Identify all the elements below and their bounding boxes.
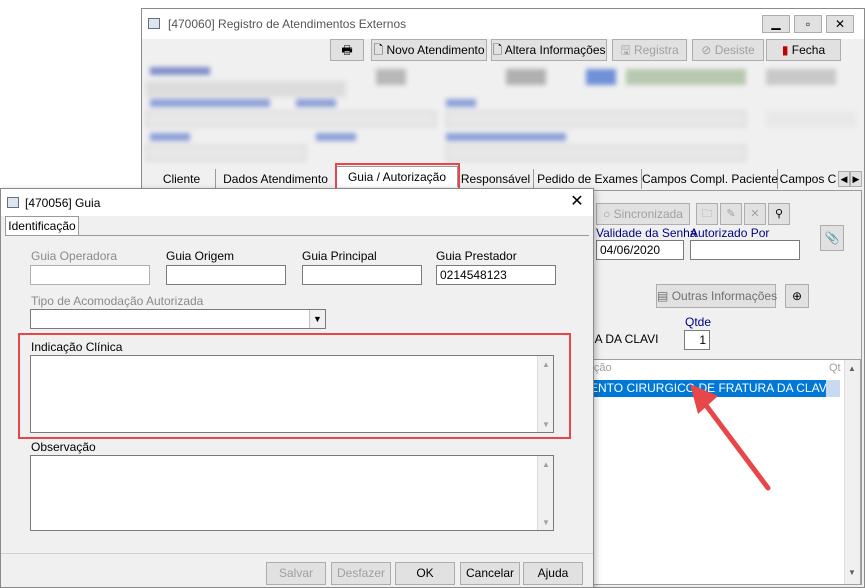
folder-icon: 🗀 xyxy=(701,208,713,220)
registra-button[interactable]: 🖫 Registra xyxy=(612,39,687,61)
observacao-scrollbar[interactable]: ▲ ▼ xyxy=(537,456,553,530)
paperclip-icon: 📎 xyxy=(824,231,840,245)
highlight-indicacao-clinica xyxy=(18,333,571,439)
exit-door-icon: ▮ xyxy=(781,43,789,57)
grid-row-qt-cell xyxy=(826,380,840,397)
magnifier-icon: ⊕ xyxy=(791,289,803,303)
desiste-button[interactable]: ⊘ Desiste xyxy=(692,39,764,61)
validade-senha-field[interactable]: 04/06/2020 xyxy=(596,240,684,260)
qtde-field[interactable]: 1 xyxy=(684,330,710,350)
grid-scrollbar[interactable]: ▲ ▼ xyxy=(844,360,860,584)
dialog-title: [470056] Guia xyxy=(25,196,101,210)
fecha-button[interactable]: ▮ Fecha xyxy=(766,39,841,61)
salvar-button[interactable]: Salvar xyxy=(266,562,326,585)
new-doc-icon: 🗋 xyxy=(373,43,384,57)
outras-informacoes-button[interactable]: ▤ Outras Informações xyxy=(656,284,777,308)
folder-icon-button[interactable]: 🗀 xyxy=(696,203,718,225)
autorizado-por-field[interactable] xyxy=(690,240,800,260)
guia-prestador-label: Guia Prestador xyxy=(436,249,517,263)
back-window-titlebar: [470060] Registro de Atendimentos Extern… xyxy=(142,9,864,39)
binoculars-button[interactable]: ⚲ xyxy=(768,203,790,225)
highlight-tab-guia xyxy=(335,163,460,191)
altera-informacoes-button[interactable]: 🗋 Altera Informações xyxy=(491,39,607,61)
print-button[interactable]: 🖶 xyxy=(330,39,364,61)
document-icon: ▤ xyxy=(657,289,669,303)
delete-icon: ✕ xyxy=(750,208,760,220)
observacao-label: Observação xyxy=(31,440,96,454)
printer-icon: 🖶 xyxy=(341,43,353,57)
dialog-titlebar: [470056] Guia ✕ xyxy=(1,189,593,216)
cancelar-button[interactable]: Cancelar xyxy=(460,562,520,585)
guia-operadora-label: Guia Operadora xyxy=(31,249,118,263)
back-window-title: [470060] Registro de Atendimentos Extern… xyxy=(168,17,407,31)
save-icon: 🖫 xyxy=(620,43,631,57)
tab-scroll-right-button[interactable]: ▶ xyxy=(850,171,862,187)
ajuda-button[interactable]: Ajuda xyxy=(523,562,583,585)
blurred-header-fields xyxy=(146,63,862,163)
annotation-arrow xyxy=(690,384,771,491)
tab-cliente[interactable]: Cliente xyxy=(148,169,216,189)
binoculars-icon: ⚲ xyxy=(774,208,784,220)
dialog-tab-identificacao[interactable]: Identificação xyxy=(5,216,79,236)
ok-button[interactable]: OK xyxy=(395,562,455,585)
novo-atendimento-button[interactable]: 🗋 Novo Atendimento xyxy=(371,39,487,61)
attach-button[interactable]: 📎 xyxy=(820,225,844,251)
guia-dialog: [470056] Guia ✕ Identificação Guia Opera… xyxy=(0,188,594,588)
app-icon xyxy=(148,18,160,29)
tipo-acomodacao-select[interactable]: ▼ xyxy=(30,309,326,329)
radio-icon: ○ xyxy=(603,207,611,221)
zoom-search-button[interactable]: ⊕ xyxy=(785,284,809,308)
guia-origem-field[interactable] xyxy=(166,265,286,285)
autorizado-por-label: Autorizado Por xyxy=(690,226,770,240)
tab-responsavel[interactable]: Responsável xyxy=(458,169,534,189)
sincronizada-radio[interactable]: ○ Sincronizada xyxy=(596,203,690,225)
guia-principal-field[interactable] xyxy=(302,265,422,285)
desfazer-button[interactable]: Desfazer xyxy=(331,562,391,585)
dialog-close-icon[interactable]: ✕ xyxy=(567,193,587,211)
edit-icon: ✎ xyxy=(726,208,736,220)
tab-campos-compl-paciente[interactable]: Campos Compl. Paciente xyxy=(642,169,778,189)
maximize-button[interactable]: ▫ xyxy=(794,15,822,33)
guia-principal-label: Guia Principal xyxy=(302,249,377,263)
observacao-textarea[interactable]: ▲ ▼ xyxy=(30,455,554,531)
tab-pedido-de-exames[interactable]: Pedido de Exames xyxy=(534,169,642,189)
delete-icon-button[interactable]: ✕ xyxy=(744,203,766,225)
edit-icon-button[interactable]: ✎ xyxy=(720,203,742,225)
cancel-icon: ⊘ xyxy=(701,43,712,57)
validade-senha-label: Validade da Senha xyxy=(596,226,697,240)
guia-operadora-field[interactable] xyxy=(30,265,150,285)
tab-campos-c[interactable]: Campos C xyxy=(778,169,838,189)
guia-origem-label: Guia Origem xyxy=(166,249,235,263)
tab-scroll-left-button[interactable]: ◀ xyxy=(838,171,850,187)
tab-dados-atendimento[interactable]: Dados Atendimento xyxy=(216,169,336,189)
dialog-app-icon xyxy=(7,197,19,208)
minimize-button[interactable]: ▁ xyxy=(762,15,790,33)
close-window-button[interactable]: ✕ xyxy=(826,15,854,33)
chevron-down-icon[interactable]: ▼ xyxy=(309,310,325,328)
qtde-label: Qtde xyxy=(685,315,712,329)
grid-header-qt: Qt xyxy=(829,362,841,374)
guia-prestador-field[interactable]: 0214548123 xyxy=(436,265,556,285)
tipo-acomodacao-label: Tipo de Acomodação Autorizada xyxy=(31,294,204,308)
edit-doc-icon: 🗋 xyxy=(492,43,503,57)
